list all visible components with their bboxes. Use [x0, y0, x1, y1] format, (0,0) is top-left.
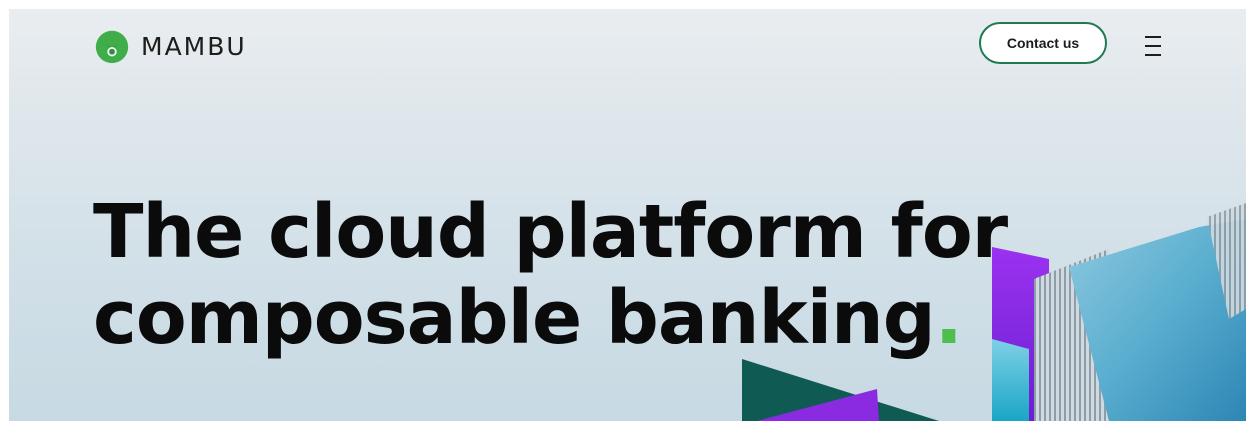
mambu-logo-icon	[95, 30, 129, 64]
brand-logo-link[interactable]: MAMBU	[93, 27, 247, 65]
contact-us-button[interactable]: Contact us	[979, 22, 1107, 64]
menu-line	[1145, 36, 1161, 38]
menu-line	[1145, 45, 1161, 47]
page-frame: MAMBU Contact us The cloud platform for …	[9, 9, 1246, 421]
hero-building-graphic	[742, 203, 1246, 421]
brand-name: MAMBU	[141, 31, 247, 61]
hamburger-menu-icon[interactable]	[1145, 36, 1167, 56]
menu-line	[1145, 54, 1161, 56]
